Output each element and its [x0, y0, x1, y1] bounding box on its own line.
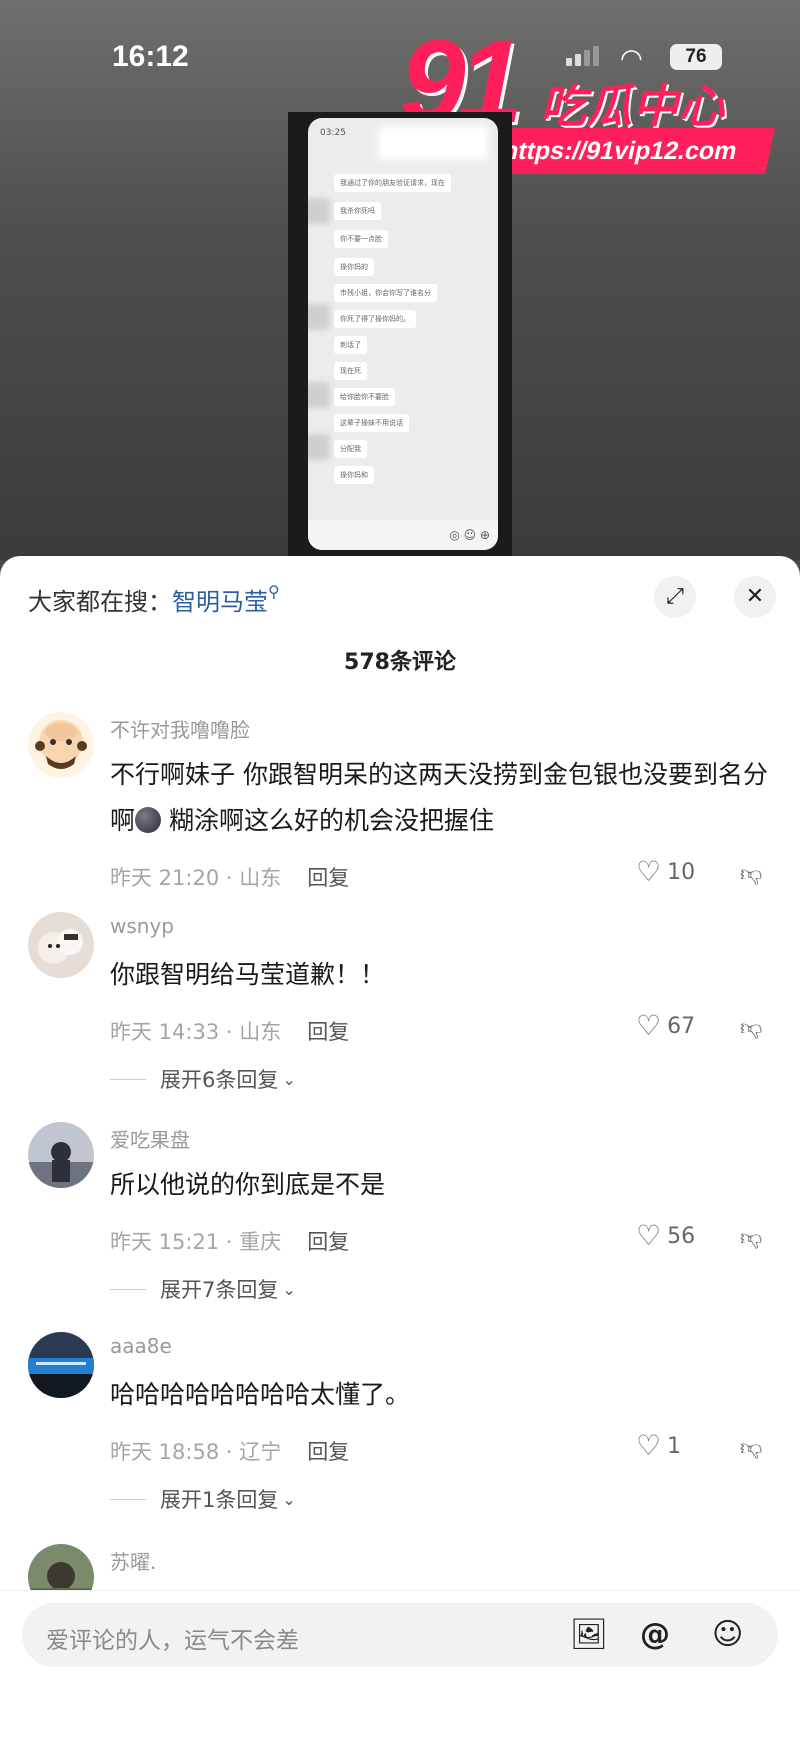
dislike-icon: 👎︎	[740, 862, 763, 887]
dislike-icon: 👎︎	[740, 1436, 763, 1461]
emoji-icon	[135, 807, 162, 833]
like-button[interactable]: ♡ 67	[636, 1012, 695, 1040]
comment-username[interactable]: 苏曜.	[110, 1546, 156, 1575]
comment-time-location: 昨天 21:20 · 山东	[110, 866, 282, 890]
reply-button[interactable]: 回复	[307, 866, 349, 890]
reply-button[interactable]: 回复	[307, 1230, 349, 1254]
chevron-down-icon: ⌄	[282, 1279, 296, 1299]
expand-replies-label: 展开7条回复	[160, 1278, 279, 1302]
trending-search-keyword[interactable]: 智明马莹	[172, 588, 268, 616]
comment-time-location: 昨天 15:21 · 重庆	[110, 1230, 282, 1254]
dislike-icon: 👎︎	[740, 1226, 763, 1251]
like-button[interactable]: ♡ 56	[636, 1222, 695, 1250]
at-icon[interactable]: @	[640, 1617, 670, 1652]
comment-count: 578条评论	[344, 650, 456, 675]
image-icon[interactable]: 🖼︎	[570, 1617, 608, 1652]
comment-time-location: 昨天 14:33 · 山东	[110, 1020, 282, 1044]
comment-text: 不行啊妹子 你跟智明呆的这两天没捞到金包银也没要到名分啊 糊涂啊这么好的机会没把…	[110, 752, 770, 844]
comment-username[interactable]: 不许对我噜噜脸	[110, 714, 250, 743]
comment-text-part: 糊涂啊这么好的机会没把握住	[168, 806, 494, 835]
comment-meta: 昨天 15:21 · 重庆 回复	[110, 1226, 349, 1256]
expand-button[interactable]: ⤢	[654, 576, 696, 618]
chevron-down-icon: ⌄	[282, 1489, 296, 1509]
like-button[interactable]: ♡ 1	[636, 1432, 681, 1460]
heart-icon: ♡	[636, 855, 662, 888]
comment-text: 你跟智明给马莹道歉！！	[110, 960, 386, 989]
avatar[interactable]	[28, 1122, 94, 1188]
avatar[interactable]	[28, 1332, 94, 1398]
expand-icon: ⤢	[666, 584, 684, 609]
watermark-brand: 吃瓜中心	[540, 79, 724, 133]
comment-input-placeholder: 爱评论的人，运气不会差	[46, 1628, 299, 1654]
dislike-button[interactable]: 👎︎	[740, 1434, 762, 1461]
comment-username[interactable]: aaa8e	[110, 1334, 172, 1358]
comment-meta: 昨天 14:33 · 山东 回复	[110, 1016, 349, 1046]
comment-input[interactable]: 爱评论的人，运气不会差 🖼︎ @ ☺	[22, 1603, 778, 1667]
comment-input-bar: 爱评论的人，运气不会差 🖼︎ @ ☺	[0, 1590, 800, 1738]
close-button[interactable]: ✕	[734, 576, 776, 618]
comment-text: 哈哈哈哈哈哈哈哈太懂了。	[110, 1380, 411, 1409]
trending-search[interactable]: 大家都在搜：智明马莹⚲	[28, 582, 280, 617]
chat-screenshot-image: 03:25 我通过了你的朋友验证请求，现在 我杀你死吗 你不要一点脸 操你妈的 …	[288, 112, 512, 557]
like-count: 56	[667, 1223, 696, 1249]
expand-replies[interactable]: 展开6条回复 ⌄	[110, 1064, 296, 1094]
video-player[interactable]: 16:12 ◠ 76 91 吃瓜中心 https://91vip12.com 0…	[0, 0, 800, 560]
like-count: 67	[667, 1013, 696, 1039]
expand-replies[interactable]: 展开1条回复 ⌄	[110, 1484, 296, 1514]
dislike-icon: 👎︎	[740, 1016, 763, 1041]
emoji-icon[interactable]: ☺	[712, 1617, 743, 1652]
comment-time-location: 昨天 18:58 · 辽宁	[110, 1440, 282, 1464]
comment-username[interactable]: 爱吃果盘	[110, 1124, 190, 1153]
comment-meta: 昨天 18:58 · 辽宁 回复	[110, 1436, 349, 1466]
comment-username[interactable]: wsnyp	[110, 914, 174, 938]
chevron-down-icon: ⌄	[282, 1069, 296, 1089]
dislike-button[interactable]: 👎︎	[740, 1014, 762, 1041]
dislike-button[interactable]: 👎︎	[740, 1224, 762, 1251]
like-count: 1	[667, 1433, 682, 1459]
comment-sheet: 大家都在搜：智明马莹⚲ ⤢ ✕ 578条评论 不许对我噜噜脸 不行啊妹子 你跟智…	[0, 556, 800, 1738]
like-button[interactable]: ♡ 10	[636, 858, 695, 886]
heart-icon: ♡	[636, 1429, 662, 1462]
comment-meta: 昨天 21:20 · 山东 回复	[110, 862, 349, 892]
reply-button[interactable]: 回复	[307, 1440, 349, 1464]
search-icon: ⚲	[268, 582, 280, 601]
expand-replies-label: 展开6条回复	[160, 1068, 279, 1092]
sheet-header: 大家都在搜：智明马莹⚲ ⤢ ✕	[0, 556, 800, 626]
close-icon: ✕	[745, 584, 765, 609]
expand-replies-label: 展开1条回复	[160, 1488, 279, 1512]
comment-text: 所以他说的你到底是不是	[110, 1170, 386, 1199]
expand-replies[interactable]: 展开7条回复 ⌄	[110, 1274, 296, 1304]
reply-button[interactable]: 回复	[307, 1020, 349, 1044]
like-count: 10	[667, 859, 696, 885]
dislike-button[interactable]: 👎︎	[740, 860, 762, 887]
status-time: 16:12	[112, 40, 189, 73]
trending-search-prefix: 大家都在搜：	[28, 588, 172, 616]
heart-icon: ♡	[636, 1219, 662, 1252]
heart-icon: ♡	[636, 1009, 662, 1042]
avatar[interactable]	[28, 712, 94, 778]
avatar[interactable]	[28, 912, 94, 978]
